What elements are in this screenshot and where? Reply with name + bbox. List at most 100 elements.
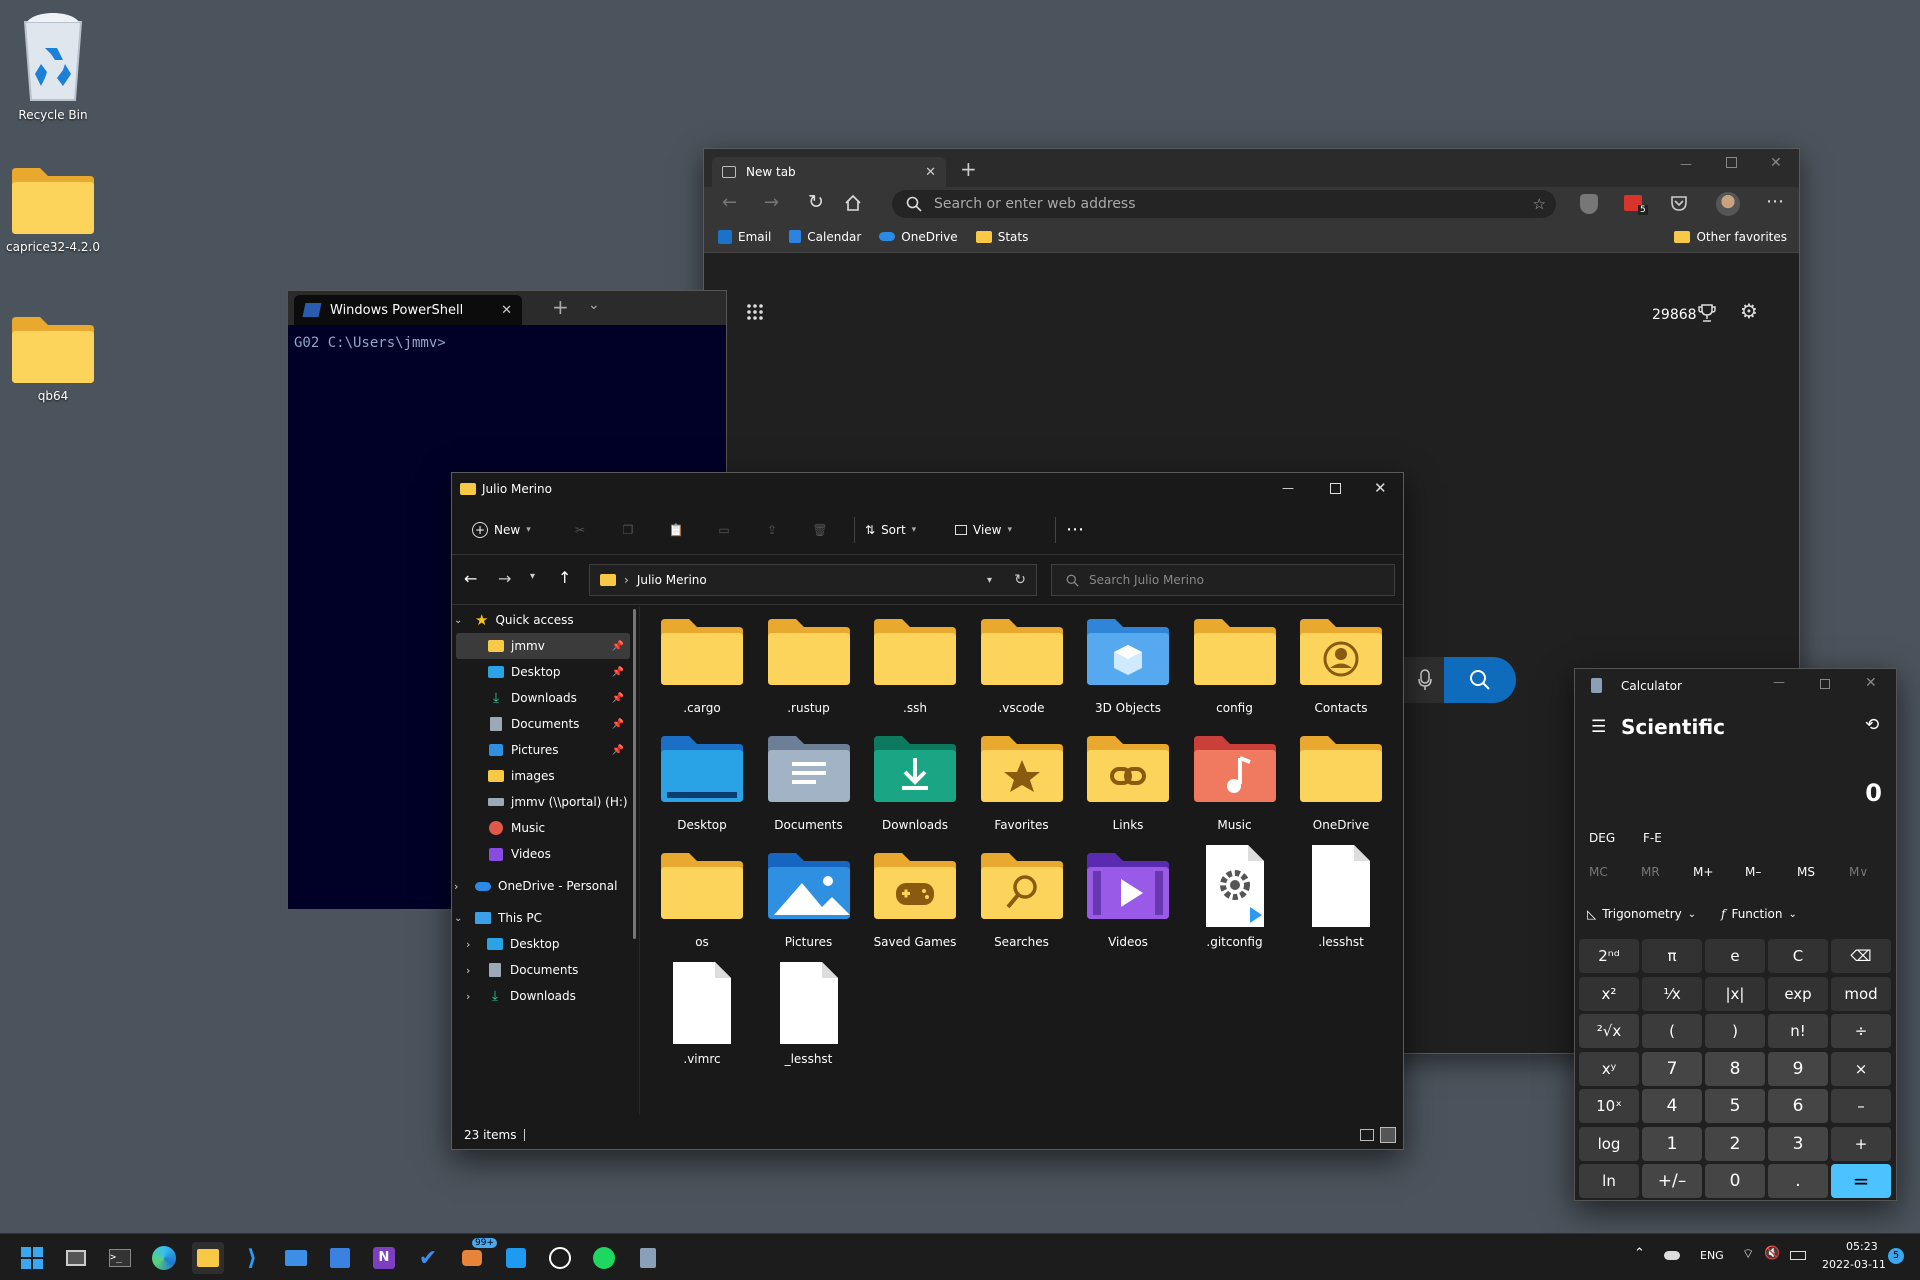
- add-favorite-icon[interactable]: ☆: [1533, 195, 1546, 213]
- rename-icon[interactable]: ▭: [700, 523, 748, 537]
- browser-tab[interactable]: New tab ✕: [712, 157, 946, 187]
- calc-key[interactable]: exp: [1768, 976, 1828, 1011]
- calc-key[interactable]: 10ˣ: [1579, 1089, 1639, 1123]
- calc-key[interactable]: 8: [1705, 1051, 1765, 1086]
- explorer-search-input[interactable]: Search Julio Merino: [1051, 564, 1395, 596]
- calc-key[interactable]: 3: [1768, 1126, 1828, 1161]
- calc-key[interactable]: +/–: [1642, 1164, 1702, 1198]
- back-icon[interactable]: ←: [722, 192, 737, 213]
- file-item[interactable]: .lesshst: [1291, 843, 1391, 949]
- privacy-badger-icon[interactable]: [1580, 194, 1598, 214]
- battery-icon[interactable]: [1790, 1251, 1806, 1260]
- nav-scrollbar[interactable]: [633, 609, 636, 939]
- minimize-button[interactable]: —: [1773, 675, 1785, 689]
- profile-avatar[interactable]: [1716, 192, 1740, 216]
- more-options-icon[interactable]: ⋯: [1066, 519, 1084, 540]
- file-item[interactable]: .gitconfig: [1185, 843, 1285, 949]
- new-tab-button[interactable]: +: [960, 157, 977, 181]
- spotify-taskbar-button[interactable]: [588, 1242, 620, 1274]
- menu-icon[interactable]: ☰: [1591, 717, 1606, 737]
- new-tab-button[interactable]: +: [552, 295, 569, 319]
- task-view-button[interactable]: [60, 1242, 92, 1274]
- memory-button[interactable]: MR: [1641, 865, 1660, 879]
- desktop-icon-caprice32[interactable]: caprice32-4.2.0: [5, 166, 101, 254]
- calendar-taskbar-button[interactable]: [324, 1242, 356, 1274]
- onedrive-tray-icon[interactable]: [1664, 1251, 1680, 1260]
- file-item[interactable]: Saved Games: [865, 843, 965, 949]
- cut-icon[interactable]: ✂: [556, 523, 604, 537]
- nav-images[interactable]: images: [456, 763, 630, 789]
- nav-quick-access[interactable]: ⌄ ★ Quick access: [454, 607, 628, 633]
- calc-key[interactable]: 1: [1642, 1126, 1702, 1161]
- file-item[interactable]: .rustup: [759, 609, 859, 715]
- address-bar[interactable]: Search or enter web address ☆: [892, 190, 1556, 218]
- calc-key[interactable]: 9: [1768, 1051, 1828, 1086]
- file-item[interactable]: Downloads: [865, 726, 965, 832]
- clock-date[interactable]: 2022-03-11: [1822, 1258, 1886, 1271]
- share-icon[interactable]: ⇪: [748, 523, 796, 537]
- calc-key[interactable]: |x|: [1705, 976, 1765, 1011]
- calc-key[interactable]: π: [1642, 939, 1702, 973]
- other-favorites[interactable]: Other favorites: [1674, 230, 1787, 244]
- calc-key[interactable]: (: [1642, 1014, 1702, 1048]
- calc-key[interactable]: 2: [1705, 1126, 1765, 1161]
- vscode-taskbar-button[interactable]: ⟩: [236, 1242, 268, 1274]
- up-icon[interactable]: ↑: [558, 568, 571, 587]
- large-icons-view-icon[interactable]: [1380, 1127, 1396, 1143]
- apps-launcher-icon[interactable]: [746, 303, 764, 321]
- favorite-email[interactable]: Email: [718, 229, 771, 244]
- maximize-button[interactable]: [1726, 157, 1737, 168]
- nav-downloads[interactable]: ⤓ Downloads 📌: [456, 685, 630, 711]
- delete-icon[interactable]: 🗑: [796, 523, 844, 537]
- memory-button[interactable]: M–: [1745, 865, 1761, 879]
- pocket-icon[interactable]: [1670, 194, 1688, 212]
- nav-desktop[interactable]: Desktop 📌: [456, 659, 630, 685]
- calc-key[interactable]: C: [1768, 939, 1828, 973]
- notification-badge[interactable]: 5: [1888, 1248, 1904, 1264]
- calc-key[interactable]: n!: [1768, 1014, 1828, 1048]
- calc-key[interactable]: 7: [1642, 1051, 1702, 1086]
- copy-icon[interactable]: ❐: [604, 523, 652, 537]
- calc-key[interactable]: ¹⁄x: [1642, 976, 1702, 1011]
- close-button[interactable]: ✕: [1770, 155, 1782, 171]
- wifi-icon[interactable]: ⌔: [1742, 1246, 1754, 1262]
- rewards-trophy-icon[interactable]: [1698, 303, 1716, 323]
- file-item[interactable]: Favorites: [972, 726, 1072, 832]
- close-button[interactable]: ✕: [1374, 479, 1387, 497]
- calc-key[interactable]: 4: [1642, 1089, 1702, 1123]
- calc-key[interactable]: e: [1705, 939, 1765, 973]
- memory-button[interactable]: M+: [1693, 865, 1713, 879]
- start-button[interactable]: [16, 1242, 48, 1274]
- mail-taskbar-button[interactable]: [280, 1242, 312, 1274]
- file-item[interactable]: .vimrc: [652, 960, 752, 1066]
- calc-key[interactable]: ÷: [1831, 1014, 1891, 1048]
- paste-icon[interactable]: 📋: [652, 523, 700, 537]
- close-button[interactable]: ✕: [1865, 675, 1877, 691]
- calc-key[interactable]: ×: [1831, 1051, 1891, 1086]
- nav-pc-downloads[interactable]: › ⤓ Downloads: [456, 983, 630, 1009]
- new-button[interactable]: + New ▾: [472, 521, 556, 538]
- chevron-down-icon[interactable]: ⌄: [588, 297, 600, 313]
- calc-key[interactable]: 2ⁿᵈ: [1579, 939, 1639, 973]
- calc-key[interactable]: mod: [1831, 976, 1891, 1011]
- file-item[interactable]: config: [1185, 609, 1285, 715]
- close-tab-icon[interactable]: ✕: [925, 165, 936, 180]
- memory-button[interactable]: MC: [1589, 865, 1608, 879]
- nav-pc-documents[interactable]: › Documents: [456, 957, 630, 983]
- nav-pc-desktop[interactable]: › Desktop: [456, 931, 630, 957]
- onenote-taskbar-button[interactable]: N: [368, 1242, 400, 1274]
- file-item[interactable]: 3D Objects: [1078, 609, 1178, 715]
- home-icon[interactable]: [844, 194, 862, 212]
- terminal-prompt[interactable]: G02 C:\Users\jmmv>: [288, 325, 726, 361]
- nav-videos[interactable]: Videos: [456, 841, 630, 867]
- todo-taskbar-button[interactable]: ✔: [412, 1242, 444, 1274]
- nav-onedrive[interactable]: › OneDrive - Personal: [454, 873, 628, 899]
- web-search-box[interactable]: [1404, 657, 1516, 703]
- function-button[interactable]: f Function ⌄: [1721, 907, 1797, 921]
- file-item[interactable]: Documents: [759, 726, 859, 832]
- clock-time[interactable]: 05:23: [1846, 1240, 1878, 1253]
- file-item[interactable]: .ssh: [865, 609, 965, 715]
- terminal-taskbar-button[interactable]: >_: [104, 1242, 136, 1274]
- favorite-calendar[interactable]: Calendar: [789, 230, 861, 244]
- file-item[interactable]: Pictures: [759, 843, 859, 949]
